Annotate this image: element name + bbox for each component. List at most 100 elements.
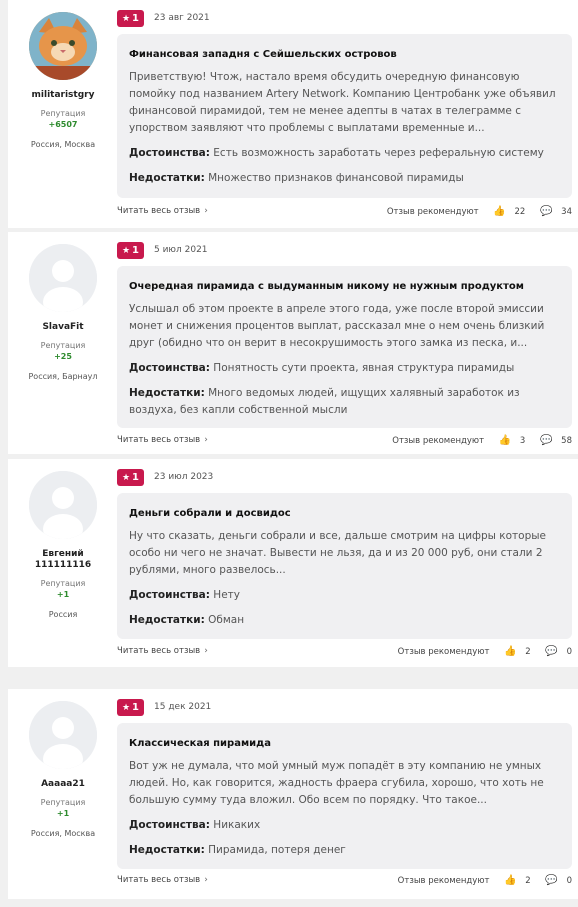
comments[interactable]: 💬 58 — [534, 435, 572, 446]
pros: Достоинства: Есть возможность заработать… — [129, 145, 560, 162]
cons-text: Обман — [208, 614, 245, 626]
review-title[interactable]: Финансовая западня с Сейшельских острово… — [129, 34, 560, 61]
cons-label: Недостатки: — [129, 614, 205, 626]
review-body: ★ 1 5 июл 2021 Очередная пирамида с выдум… — [117, 232, 578, 446]
pros-text: Никаких — [213, 819, 261, 831]
review-text: Ну что сказать, деньги собрали и все, да… — [129, 530, 547, 576]
username[interactable]: Евгений 111111116 — [33, 549, 93, 571]
review-date: 23 июл 2023 — [154, 472, 214, 482]
review-content[interactable]: Классическая пирамида Вот уж не думала, … — [117, 723, 572, 869]
cons: Недостатки: Множество признаков финансов… — [129, 170, 560, 187]
rating-badge: ★ 1 — [117, 10, 144, 27]
reputation-label: Репутация — [40, 798, 86, 807]
recommends-label: Отзыв рекомендуют — [386, 207, 479, 217]
likes[interactable]: 👍 3 — [493, 435, 526, 446]
pros-text: Понятность сути проекта, явная структура… — [213, 362, 515, 374]
comment-icon: 💬 — [540, 206, 553, 217]
recommends-label: Отзыв рекомендуют — [397, 876, 490, 886]
pros-text: Есть возможность заработать через рефера… — [213, 147, 544, 159]
rating-badge: ★ 1 — [117, 242, 144, 259]
recommends-label: Отзыв рекомендуют — [392, 436, 485, 446]
comment-icon: 💬 — [545, 646, 558, 657]
comment-icon: 💬 — [545, 875, 558, 886]
review-card: SlavaFit Репутация +25 Россия, Барнаул ★… — [8, 232, 578, 454]
review-content[interactable]: Очередная пирамида с выдуманным никому н… — [117, 266, 572, 428]
chevron-right-icon: › — [204, 875, 208, 885]
review-content[interactable]: Деньги собрали и досвидос Ну что сказать… — [117, 493, 572, 639]
read-more-link[interactable]: Читать весь отзыв › — [117, 875, 208, 885]
pros-label: Достоинства: — [129, 147, 210, 159]
reputation-label: Репутация — [40, 109, 86, 118]
cons-label: Недостатки: — [129, 387, 205, 399]
thumbs-up-icon: 👍 — [498, 435, 512, 446]
review-card: militaristgry Репутация +6507 Россия, Мо… — [8, 0, 578, 228]
default-avatar-icon — [29, 701, 97, 769]
star-icon: ★ — [121, 473, 131, 483]
comment-icon: 💬 — [540, 435, 553, 446]
pros-label: Достоинства: — [129, 819, 210, 831]
cons: Недостатки: Обман — [129, 612, 560, 629]
cons-text: Множество признаков финансовой пирамиды — [208, 172, 464, 184]
username[interactable]: militaristgry — [8, 90, 118, 101]
thumbs-up-icon: 👍 — [504, 646, 517, 657]
comments[interactable]: 💬 0 — [539, 646, 572, 657]
review-text: Приветствую! Чтож, настало время обсудит… — [129, 71, 556, 134]
cons-text: Пирамида, потеря денег — [208, 844, 346, 856]
pros-label: Достоинства: — [129, 589, 210, 601]
likes[interactable]: 👍 2 — [498, 875, 531, 886]
review-footer: Читать весь отзыв › Отзыв рекомендуют 👍 2… — [117, 875, 578, 891]
read-more-link[interactable]: Читать весь отзыв › — [117, 435, 208, 445]
reputation-label: Репутация — [40, 341, 86, 350]
review-list: militaristgry Репутация +6507 Россия, Мо… — [0, 0, 578, 899]
pros: Достоинства: Понятность сути проекта, яв… — [129, 360, 560, 377]
review-title[interactable]: Очередная пирамида с выдуманным никому н… — [129, 266, 560, 293]
star-icon: ★ — [121, 246, 131, 256]
rating-badge: ★ 1 — [117, 469, 144, 486]
review-date: 15 дек 2021 — [154, 702, 212, 712]
cons-label: Недостатки: — [129, 172, 205, 184]
cat-avatar-icon — [29, 12, 97, 80]
likes[interactable]: 👍 2 — [498, 646, 531, 657]
chevron-right-icon: › — [204, 435, 208, 445]
reputation-value: +1 — [56, 590, 70, 599]
pros-label: Достоинства: — [129, 362, 210, 374]
reputation-value: +25 — [54, 352, 72, 361]
read-more-link[interactable]: Читать весь отзыв › — [117, 646, 208, 656]
reviewer-info: Aaaaa21 Репутация +1 Россия, Москва — [8, 689, 118, 839]
username[interactable]: Aaaaa21 — [8, 779, 118, 790]
review-card: Aaaaa21 Репутация +1 Россия, Москва ★ 1 1… — [8, 689, 578, 899]
review-title[interactable]: Деньги собрали и досвидос — [129, 493, 560, 520]
review-body: ★ 1 15 дек 2021 Классическая пирамида Вот… — [117, 689, 578, 886]
avatar[interactable] — [29, 471, 97, 539]
review-text: Услышал об этом проекте в апреле этого г… — [129, 303, 545, 349]
reputation-value: +6507 — [48, 120, 78, 129]
default-avatar-icon — [29, 471, 97, 539]
star-icon: ★ — [121, 14, 131, 24]
review-date: 5 июл 2021 — [154, 245, 208, 255]
review-card: Евгений 111111116 Репутация +1 Россия ★ 1… — [8, 459, 578, 667]
review-footer: Читать весь отзыв › Отзыв рекомендуют 👍 3… — [117, 435, 578, 451]
avatar[interactable] — [29, 701, 97, 769]
location: Россия, Москва — [30, 140, 96, 149]
reputation-label: Репутация — [40, 579, 86, 588]
cons-label: Недостатки: — [129, 844, 205, 856]
rating-badge: ★ 1 — [117, 699, 144, 716]
comments[interactable]: 💬 34 — [534, 206, 572, 217]
thumbs-up-icon: 👍 — [504, 875, 517, 886]
review-title[interactable]: Классическая пирамида — [129, 723, 560, 750]
avatar[interactable] — [29, 12, 97, 80]
username[interactable]: SlavaFit — [8, 322, 118, 333]
read-more-link[interactable]: Читать весь отзыв › — [117, 206, 208, 216]
default-avatar-icon — [29, 244, 97, 312]
review-content[interactable]: Финансовая западня с Сейшельских острово… — [117, 34, 572, 198]
avatar[interactable] — [29, 244, 97, 312]
reviewer-info: SlavaFit Репутация +25 Россия, Барнаул — [8, 232, 118, 382]
likes[interactable]: 👍 22 — [487, 206, 525, 217]
location: Россия — [48, 610, 78, 619]
chevron-right-icon: › — [204, 646, 208, 656]
comments[interactable]: 💬 0 — [539, 875, 572, 886]
thumbs-up-icon: 👍 — [493, 206, 506, 217]
reviewer-info: Евгений 111111116 Репутация +1 Россия — [8, 459, 118, 620]
review-body: ★ 1 23 июл 2023 Деньги собрали и досвидос… — [117, 459, 578, 657]
cons: Недостатки: Пирамида, потеря денег — [129, 842, 560, 859]
